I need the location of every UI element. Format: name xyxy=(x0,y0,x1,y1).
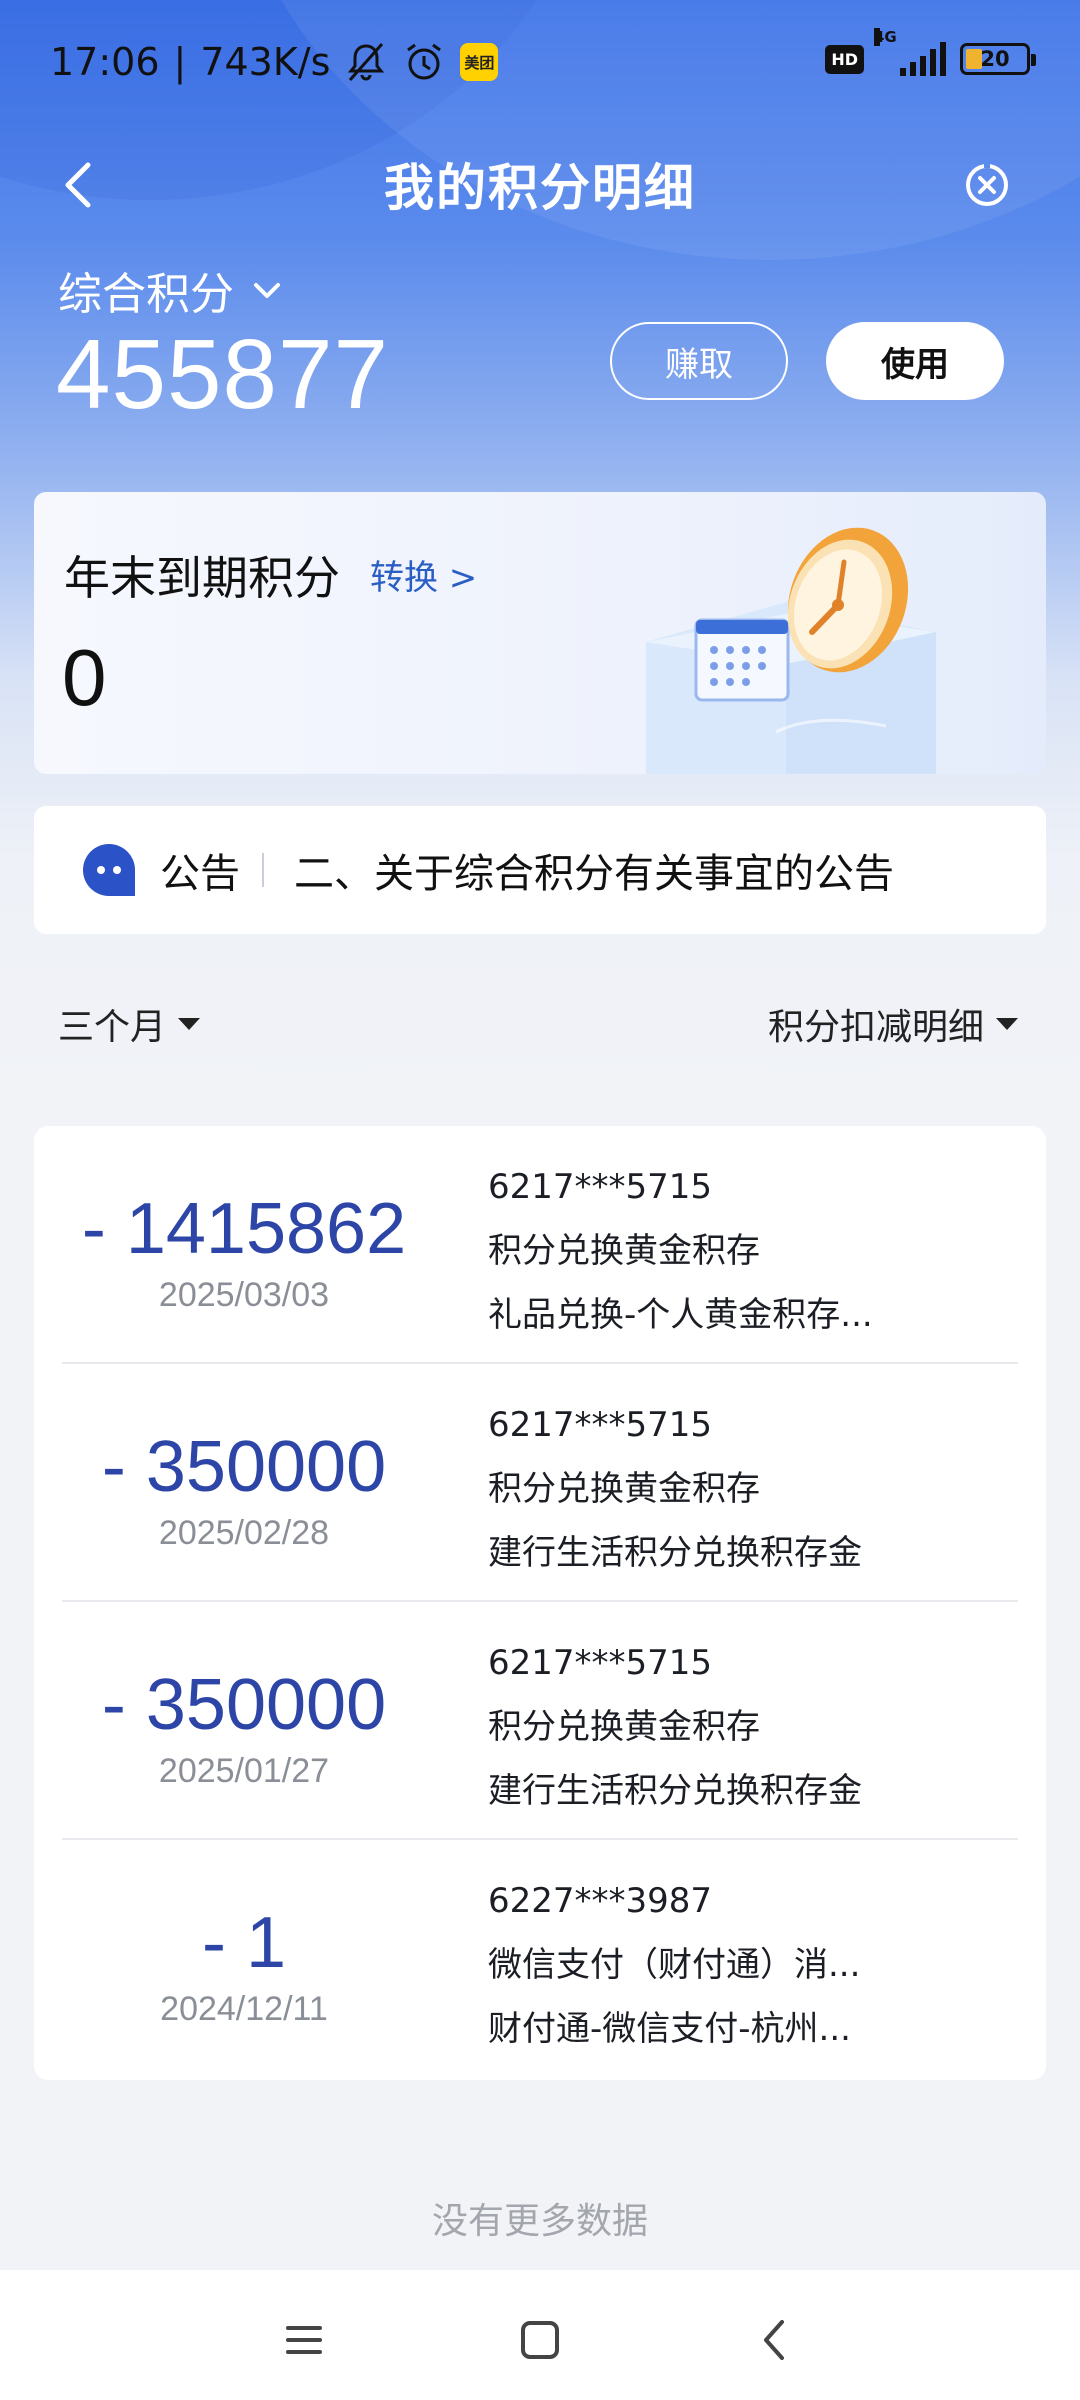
record-amount: - 350000 xyxy=(101,1427,387,1507)
record-date: 2025/01/27 xyxy=(158,1752,330,1790)
hd-icon: HD xyxy=(825,44,864,74)
status-left: 17:06 | 743K/s 美团 xyxy=(50,40,499,84)
caret-down-icon xyxy=(178,1018,201,1030)
record-info: 6217***5715 积分兑换黄金积存 建行生活积分兑换积存金 xyxy=(488,1640,862,1832)
record-amount: - 1415862 xyxy=(81,1189,407,1269)
calendar-clock-illustration-icon xyxy=(646,527,936,774)
record-detail: 财付通-微信支付-杭州... xyxy=(488,2009,851,2049)
convert-link[interactable]: 转换 > xyxy=(370,550,477,599)
menu-icon[interactable] xyxy=(274,2310,334,2370)
caret-down-icon xyxy=(996,1018,1018,1030)
record-desc: 积分兑换黄金积存 xyxy=(488,1231,760,1271)
record-detail: 建行生活积分兑换积存金 xyxy=(488,1771,862,1811)
divider xyxy=(262,853,264,887)
record-detail: 建行生活积分兑换积存金 xyxy=(488,1533,862,1573)
record-desc: 积分兑换黄金积存 xyxy=(488,1469,760,1509)
battery-level: 20 xyxy=(980,47,1010,71)
type-filter-dropdown[interactable]: 积分扣减明细 xyxy=(768,998,1018,1050)
period-filter-dropdown[interactable]: 三个月 xyxy=(58,998,201,1050)
notice-bar[interactable]: 公告 二、关于综合积分有关事宜的公告 xyxy=(34,806,1046,934)
record-card: 6217***5715 xyxy=(488,1643,713,1683)
record-desc: 积分兑换黄金积存 xyxy=(488,1707,760,1747)
record-date: 2025/02/28 xyxy=(158,1514,330,1552)
alarm-clock-icon xyxy=(407,43,442,80)
bell-off-icon xyxy=(348,43,385,81)
chevron-down-icon xyxy=(254,283,280,298)
no-more-data-text: 没有更多数据 xyxy=(431,2201,648,2242)
network-type: 4G xyxy=(874,28,897,46)
record-amount: - 1 xyxy=(201,1903,287,1983)
points-type-dropdown[interactable]: 综合积分 xyxy=(58,258,284,322)
record-card: 6217***5715 xyxy=(488,1167,713,1207)
page-title: 我的积分明细 xyxy=(384,159,696,217)
top-nav-bar: 我的积分明细 xyxy=(0,130,1080,240)
list-item[interactable]: - 350000 2025/01/27 6217***5715 积分兑换黄金积存… xyxy=(34,1602,1046,1840)
record-card: 6217***5715 xyxy=(488,1405,713,1445)
battery-icon: 20 xyxy=(960,43,1036,75)
list-item[interactable]: - 1 2024/12/11 6227***3987 微信支付（财付通）消...… xyxy=(34,1840,1046,2078)
type-filter-label: 积分扣减明细 xyxy=(767,1007,984,1048)
status-right: HD 4G 20 xyxy=(825,28,1036,76)
record-date: 2025/03/03 xyxy=(158,1276,330,1314)
record-info: 6227***3987 微信支付（财付通）消... 财付通-微信支付-杭州... xyxy=(488,1878,860,2070)
status-separator: | xyxy=(173,40,187,84)
points-balance: 455877 xyxy=(56,319,390,429)
system-nav-bar xyxy=(0,2270,1080,2400)
record-amount: - 350000 xyxy=(101,1665,387,1745)
use-button[interactable]: 使用 xyxy=(826,322,1004,400)
earn-button[interactable]: 赚取 xyxy=(610,322,788,400)
record-info: 6217***5715 积分兑换黄金积存 礼品兑换-个人黄金积存... xyxy=(488,1164,873,1356)
points-type-label: 综合积分 xyxy=(58,269,234,320)
meituan-app-icon: 美团 xyxy=(460,43,499,81)
period-filter-label: 三个月 xyxy=(58,1007,167,1048)
expiring-points-value: 0 xyxy=(62,633,107,722)
expiring-points-title: 年末到期积分 xyxy=(64,551,340,605)
record-card: 6227***3987 xyxy=(488,1881,713,1921)
record-info: 6217***5715 积分兑换黄金积存 建行生活积分兑换积存金 xyxy=(488,1402,862,1594)
record-desc: 微信支付（财付通）消... xyxy=(488,1945,861,1985)
cell-signal-icon: 4G xyxy=(874,28,946,76)
assistant-bot-icon xyxy=(83,844,135,896)
back-icon[interactable] xyxy=(746,2310,806,2370)
notice-text[interactable]: 二、关于综合积分有关事宜的公告 xyxy=(294,841,894,899)
network-speed: 743K/s xyxy=(200,40,331,84)
record-date: 2024/12/11 xyxy=(160,1990,328,2028)
status-bar: 17:06 | 743K/s 美团 HD 4G 20 xyxy=(0,0,1080,130)
home-icon[interactable] xyxy=(510,2310,570,2370)
records-list: - 1415862 2025/03/03 6217***5715 积分兑换黄金积… xyxy=(34,1126,1046,2080)
list-item[interactable]: - 350000 2025/02/28 6217***5715 积分兑换黄金积存… xyxy=(34,1364,1046,1602)
expiring-points-card: 年末到期积分 转换 > 0 xyxy=(34,492,1046,774)
list-item[interactable]: - 1415862 2025/03/03 6217***5715 积分兑换黄金积… xyxy=(34,1126,1046,1364)
status-time: 17:06 xyxy=(50,40,160,84)
record-detail: 礼品兑换-个人黄金积存... xyxy=(488,1295,873,1335)
notice-label: 公告 xyxy=(160,851,240,897)
close-icon[interactable] xyxy=(954,152,1020,218)
